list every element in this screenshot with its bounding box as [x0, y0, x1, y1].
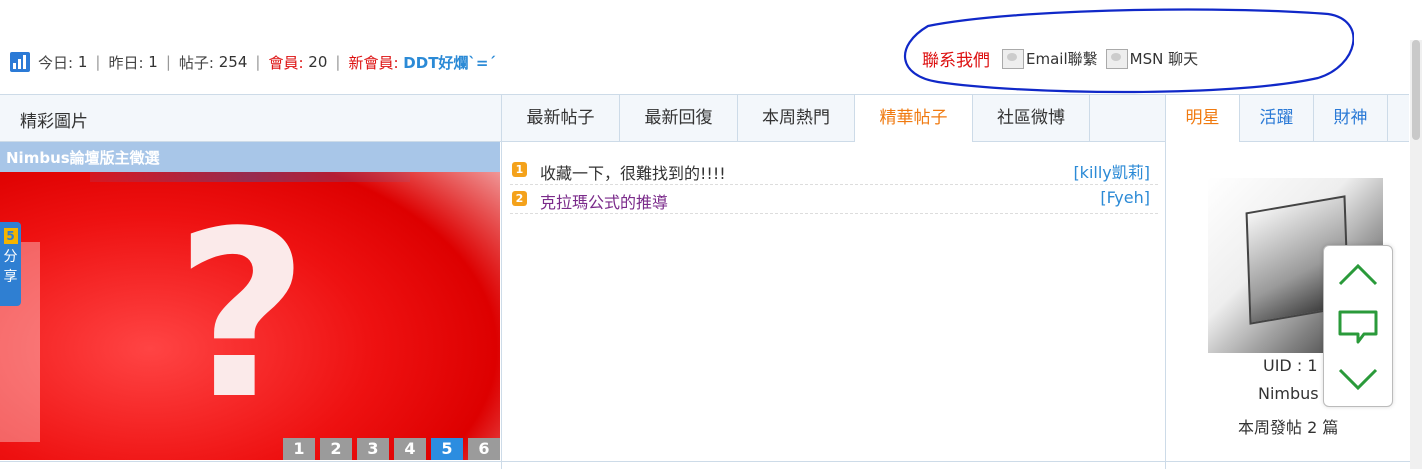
new-member-label: 新會員:	[348, 53, 399, 72]
tab-community-weibo[interactable]: 社區微博	[973, 95, 1090, 141]
tab-latest-posts[interactable]: 最新帖子	[502, 95, 620, 141]
star-uid: UID : 1	[1263, 356, 1318, 375]
member-tabs: 明星 活躍 財神	[1166, 94, 1409, 142]
stats-chart-icon	[10, 52, 30, 72]
floating-nav	[1323, 245, 1393, 407]
rank-badge: 1	[512, 162, 527, 177]
share-label-2: 享	[3, 269, 18, 285]
column-divider	[1165, 94, 1166, 469]
comment-icon[interactable]	[1334, 308, 1382, 344]
thread-title-link[interactable]: 收藏一下，很難找到的!!!!	[540, 160, 726, 184]
today-label: 今日:	[38, 53, 74, 72]
slide-page-button[interactable]: 6	[468, 438, 500, 460]
slide-pager: 1 2 3 4 5 6	[278, 438, 500, 460]
share-badge: 5	[3, 228, 18, 244]
chevron-up-icon[interactable]	[1334, 256, 1382, 292]
separator: |	[335, 53, 341, 71]
members-link[interactable]: 會員:	[268, 52, 303, 73]
column-divider	[501, 94, 502, 469]
thread-title-link[interactable]: 克拉瑪公式的推導	[540, 189, 668, 213]
thread-tabs: 最新帖子 最新回復 本周熱門 精華帖子 社區微博	[502, 94, 1166, 142]
share-tab[interactable]: 5 分 享	[0, 222, 21, 306]
list-item: 2 克拉瑪公式的推導 [Fyeh]	[510, 185, 1158, 214]
question-mark-icon: ?	[175, 183, 309, 450]
star-weekly-posts: 本周發帖 2 篇	[1238, 418, 1339, 437]
slide-caption[interactable]: Nimbus論壇版主徵選	[6, 147, 160, 168]
annotation-circle	[903, 8, 1354, 94]
slide-page-button-active[interactable]: 5	[431, 438, 463, 460]
page-scrollbar[interactable]	[1410, 40, 1422, 469]
tab-stars[interactable]: 明星	[1166, 95, 1240, 142]
slide-page-button[interactable]: 4	[394, 438, 426, 460]
rank-badge: 2	[512, 191, 527, 206]
yesterday-count: 1	[148, 53, 158, 71]
star-username-link[interactable]: Nimbus	[1258, 384, 1319, 403]
separator: |	[165, 53, 171, 71]
separator: |	[95, 53, 101, 71]
thread-author-link[interactable]: [killy凱莉]	[1073, 159, 1150, 183]
forum-stats-bar: 今日: 1 | 昨日: 1 | 帖子: 254 | 會員: 20 | 新會員: …	[10, 52, 496, 72]
image-slideshow[interactable]: ? Nimbus論壇版主徵選 1 2 3 4 5 6	[0, 142, 500, 460]
tab-featured-posts[interactable]: 精華帖子	[855, 95, 973, 142]
tab-weekly-hot[interactable]: 本周熱門	[738, 95, 855, 141]
slide-page-button[interactable]: 1	[283, 438, 315, 460]
thread-list: 1 收藏一下，很難找到的!!!! [killy凱莉] 2 克拉瑪公式的推導 [F…	[510, 156, 1158, 214]
slide-page-button[interactable]: 2	[320, 438, 352, 460]
today-count: 1	[77, 53, 88, 71]
new-member-link[interactable]: DDT好爛ˋ=ˊ	[403, 52, 496, 73]
separator: |	[255, 53, 261, 71]
members-count: 20	[308, 53, 328, 71]
posts-label: 帖子:	[178, 53, 214, 72]
tab-latest-replies[interactable]: 最新回復	[620, 95, 738, 141]
slide-page-button[interactable]: 3	[357, 438, 389, 460]
bottom-border	[0, 461, 1410, 462]
posts-count: 254	[218, 53, 248, 71]
featured-images-title: 精彩圖片	[20, 112, 88, 132]
list-item: 1 收藏一下，很難找到的!!!! [killy凱莉]	[510, 156, 1158, 185]
yesterday-label: 昨日:	[108, 53, 144, 72]
scrollbar-thumb[interactable]	[1412, 40, 1420, 140]
tab-active[interactable]: 活躍	[1240, 95, 1314, 141]
share-label-1: 分	[3, 249, 18, 265]
chevron-down-icon[interactable]	[1334, 362, 1382, 398]
thread-author-link[interactable]: [Fyeh]	[1100, 188, 1150, 207]
tab-wealth[interactable]: 財神	[1314, 95, 1388, 141]
slide-caption-bar[interactable]: Nimbus論壇版主徵選	[0, 142, 500, 172]
featured-images-header: 精彩圖片	[0, 94, 502, 142]
